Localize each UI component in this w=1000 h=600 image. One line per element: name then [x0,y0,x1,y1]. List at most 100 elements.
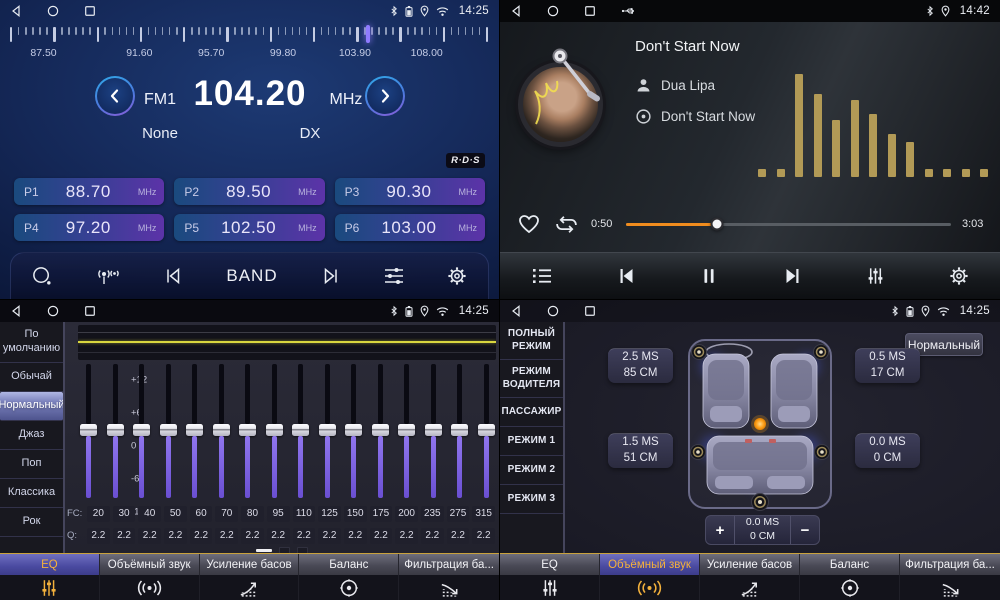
bass-boost-icon[interactable] [200,575,300,600]
scan-button[interactable] [31,265,54,288]
surround-mode-item[interactable]: ПОЛНЫЙ РЕЖИМ [500,322,563,360]
tune-up-button[interactable] [365,76,405,116]
eq-preset-item[interactable]: Нормальный [0,392,63,421]
eq-band-slider[interactable] [451,364,468,504]
eq-band-slider[interactable] [160,364,177,504]
eq-band-slider[interactable] [186,364,203,504]
tab-label[interactable]: Усиление басов [700,554,800,575]
surround-mode-item[interactable]: РЕЖИМ 3 [500,485,563,514]
bass-boost-icon[interactable] [700,575,800,600]
seek-next-button[interactable] [318,265,342,287]
slider-handle[interactable] [478,424,495,436]
back-icon[interactable] [10,5,22,17]
eq-sliders-icon[interactable] [0,575,100,600]
tab-surround-sound[interactable]: Объёмный звук [600,554,700,600]
slider-handle[interactable] [160,424,177,436]
eq-preset-item[interactable]: Рок [0,508,63,537]
front-left-speaker-icon[interactable] [692,345,707,360]
tab-label[interactable]: Объёмный звук [100,554,200,575]
home-icon[interactable] [547,5,559,17]
slider-handle[interactable] [292,424,309,436]
surround-mode-item[interactable]: РЕЖИМ ВОДИТЕЛЯ [500,360,563,398]
dial-ticks[interactable] [10,27,489,45]
tab-bass-boost[interactable]: Усиление басов [700,554,800,600]
tab-bass-filter[interactable]: Фильтрация ба... [399,554,499,600]
balance-icon[interactable] [800,575,900,600]
preset-button-p4[interactable]: P497.20MHz [14,214,164,241]
slider-handle[interactable] [107,424,124,436]
eq-preset-item[interactable]: Классика [0,479,63,508]
rear-left-speaker-icon[interactable] [691,445,706,460]
tab-bass-filter[interactable]: Фильтрация ба... [900,554,1000,600]
eq-band-slider[interactable] [107,364,124,504]
eq-band-slider[interactable] [80,364,97,504]
recents-icon[interactable] [584,305,596,317]
tab-eq[interactable]: EQ [500,554,600,600]
front-right-speaker-icon[interactable] [814,345,829,360]
broadcast-button[interactable] [94,265,122,287]
surround-mode-item[interactable]: РЕЖИМ 1 [500,427,563,456]
tab-balance[interactable]: Баланс [800,554,900,600]
tab-surround-sound[interactable]: Объёмный звук [100,554,200,600]
tab-label[interactable]: EQ [500,554,600,575]
equalizer-button[interactable] [864,265,887,287]
eq-band-slider[interactable] [239,364,256,504]
eq-band-slider[interactable] [398,364,415,504]
previous-track-button[interactable] [615,265,639,287]
eq-band-slider[interactable] [478,364,495,504]
slider-handle[interactable] [319,424,336,436]
surround-sound-icon[interactable] [600,575,700,600]
eq-band-slider[interactable] [372,364,389,504]
eq-band-slider[interactable] [345,364,362,504]
recents-icon[interactable] [584,5,596,17]
preset-button-p6[interactable]: P6103.00MHz [335,214,485,241]
slider-handle[interactable] [266,424,283,436]
settings-button[interactable] [948,265,970,287]
slider-handle[interactable] [425,424,442,436]
surround-mode-item[interactable]: РЕЖИМ 2 [500,456,563,485]
bass-filter-icon[interactable] [399,575,499,600]
back-icon[interactable] [510,5,522,17]
increase-delay-button[interactable]: + [706,516,734,544]
decrease-delay-button[interactable]: − [791,516,819,544]
slider-handle[interactable] [398,424,415,436]
favorite-button[interactable] [516,212,542,236]
slider-handle[interactable] [133,424,150,436]
eq-band-slider[interactable] [319,364,336,504]
back-icon[interactable] [10,305,22,317]
preset-button-p3[interactable]: P390.30MHz [335,178,485,205]
eq-band-slider[interactable] [425,364,442,504]
seek-previous-button[interactable] [162,265,186,287]
tab-balance[interactable]: Баланс [299,554,399,600]
eq-sliders-icon[interactable] [500,575,600,600]
tab-label[interactable]: Баланс [299,554,399,575]
eq-preset-item[interactable]: Поп [0,450,63,479]
preset-button-p5[interactable]: P5102.50MHz [174,214,324,241]
eq-preset-item[interactable]: Джаз [0,421,63,450]
tab-label[interactable]: Фильтрация ба... [900,554,1000,575]
eq-band-slider[interactable] [213,364,230,504]
slider-handle[interactable] [213,424,230,436]
eq-band-slider[interactable] [133,364,150,504]
surround-sound-icon[interactable] [100,575,200,600]
audio-settings-button[interactable] [382,265,406,287]
tab-label[interactable]: Фильтрация ба... [399,554,499,575]
recents-icon[interactable] [84,5,96,17]
settings-button[interactable] [446,265,468,287]
balance-icon[interactable] [299,575,399,600]
listener-position-dot[interactable] [754,418,766,430]
tab-label[interactable]: Баланс [800,554,900,575]
recents-icon[interactable] [84,305,96,317]
home-icon[interactable] [547,305,559,317]
rear-left-delay[interactable]: 1.5 MS 51 CM [608,433,673,468]
progress-bar[interactable] [626,223,951,226]
preset-button-p1[interactable]: P188.70MHz [14,178,164,205]
eq-band-slider[interactable] [266,364,283,504]
slider-handle[interactable] [80,424,97,436]
eq-preset-item[interactable]: По умолчанию [0,322,63,363]
front-left-delay[interactable]: 2.5 MS 85 CM [608,348,673,383]
slider-handle[interactable] [186,424,203,436]
tab-eq[interactable]: EQ [0,554,100,600]
playlist-button[interactable] [530,265,554,287]
tab-label[interactable]: Объёмный звук [600,554,700,575]
